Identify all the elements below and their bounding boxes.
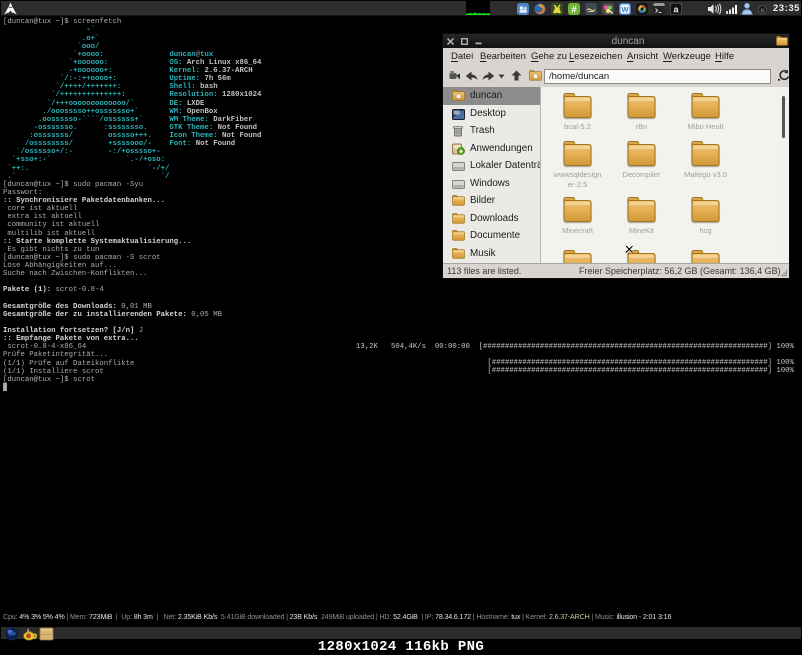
svg-text:#: #	[571, 4, 577, 15]
svg-text:e: e	[761, 7, 765, 14]
svg-text:W: W	[621, 5, 629, 14]
